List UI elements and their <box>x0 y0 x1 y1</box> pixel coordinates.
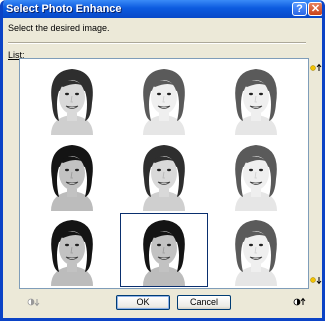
window-title: Select Photo Enhance <box>6 3 122 15</box>
portrait-image <box>121 139 207 211</box>
help-button[interactable]: ? <box>292 2 307 16</box>
portrait-image <box>29 139 115 211</box>
brightness-down-icon[interactable] <box>309 276 322 287</box>
thumbnail-4[interactable] <box>29 139 115 211</box>
cancel-button[interactable]: Cancel <box>177 295 231 310</box>
brightness-up-icon[interactable] <box>309 63 322 74</box>
portrait-image <box>29 214 115 286</box>
select-photo-enhance-dialog: Select Photo Enhance ? ✕ Select the desi… <box>0 0 325 321</box>
thumbnail-7[interactable] <box>29 214 115 286</box>
thumbnail-3[interactable] <box>213 63 299 135</box>
thumbnail-8[interactable] <box>120 213 208 287</box>
thumbnail-list[interactable] <box>19 58 309 289</box>
contrast-down-icon[interactable] <box>27 297 41 309</box>
thumbnail-5[interactable] <box>121 139 207 211</box>
portrait-image <box>213 214 299 286</box>
thumbnail-1[interactable] <box>29 63 115 135</box>
portrait-image <box>213 139 299 211</box>
separator <box>8 42 306 44</box>
instruction-text: Select the desired image. <box>8 23 110 33</box>
close-button[interactable]: ✕ <box>308 2 322 16</box>
portrait-image <box>121 63 207 135</box>
portrait-image <box>121 214 207 286</box>
ok-button[interactable]: OK <box>116 295 170 310</box>
thumbnail-2[interactable] <box>121 63 207 135</box>
portrait-image <box>29 63 115 135</box>
title-bar: Select Photo Enhance ? ✕ <box>3 0 322 18</box>
portrait-image <box>213 63 299 135</box>
thumbnail-6[interactable] <box>213 139 299 211</box>
thumbnail-9[interactable] <box>213 214 299 286</box>
contrast-up-icon[interactable] <box>293 297 307 309</box>
